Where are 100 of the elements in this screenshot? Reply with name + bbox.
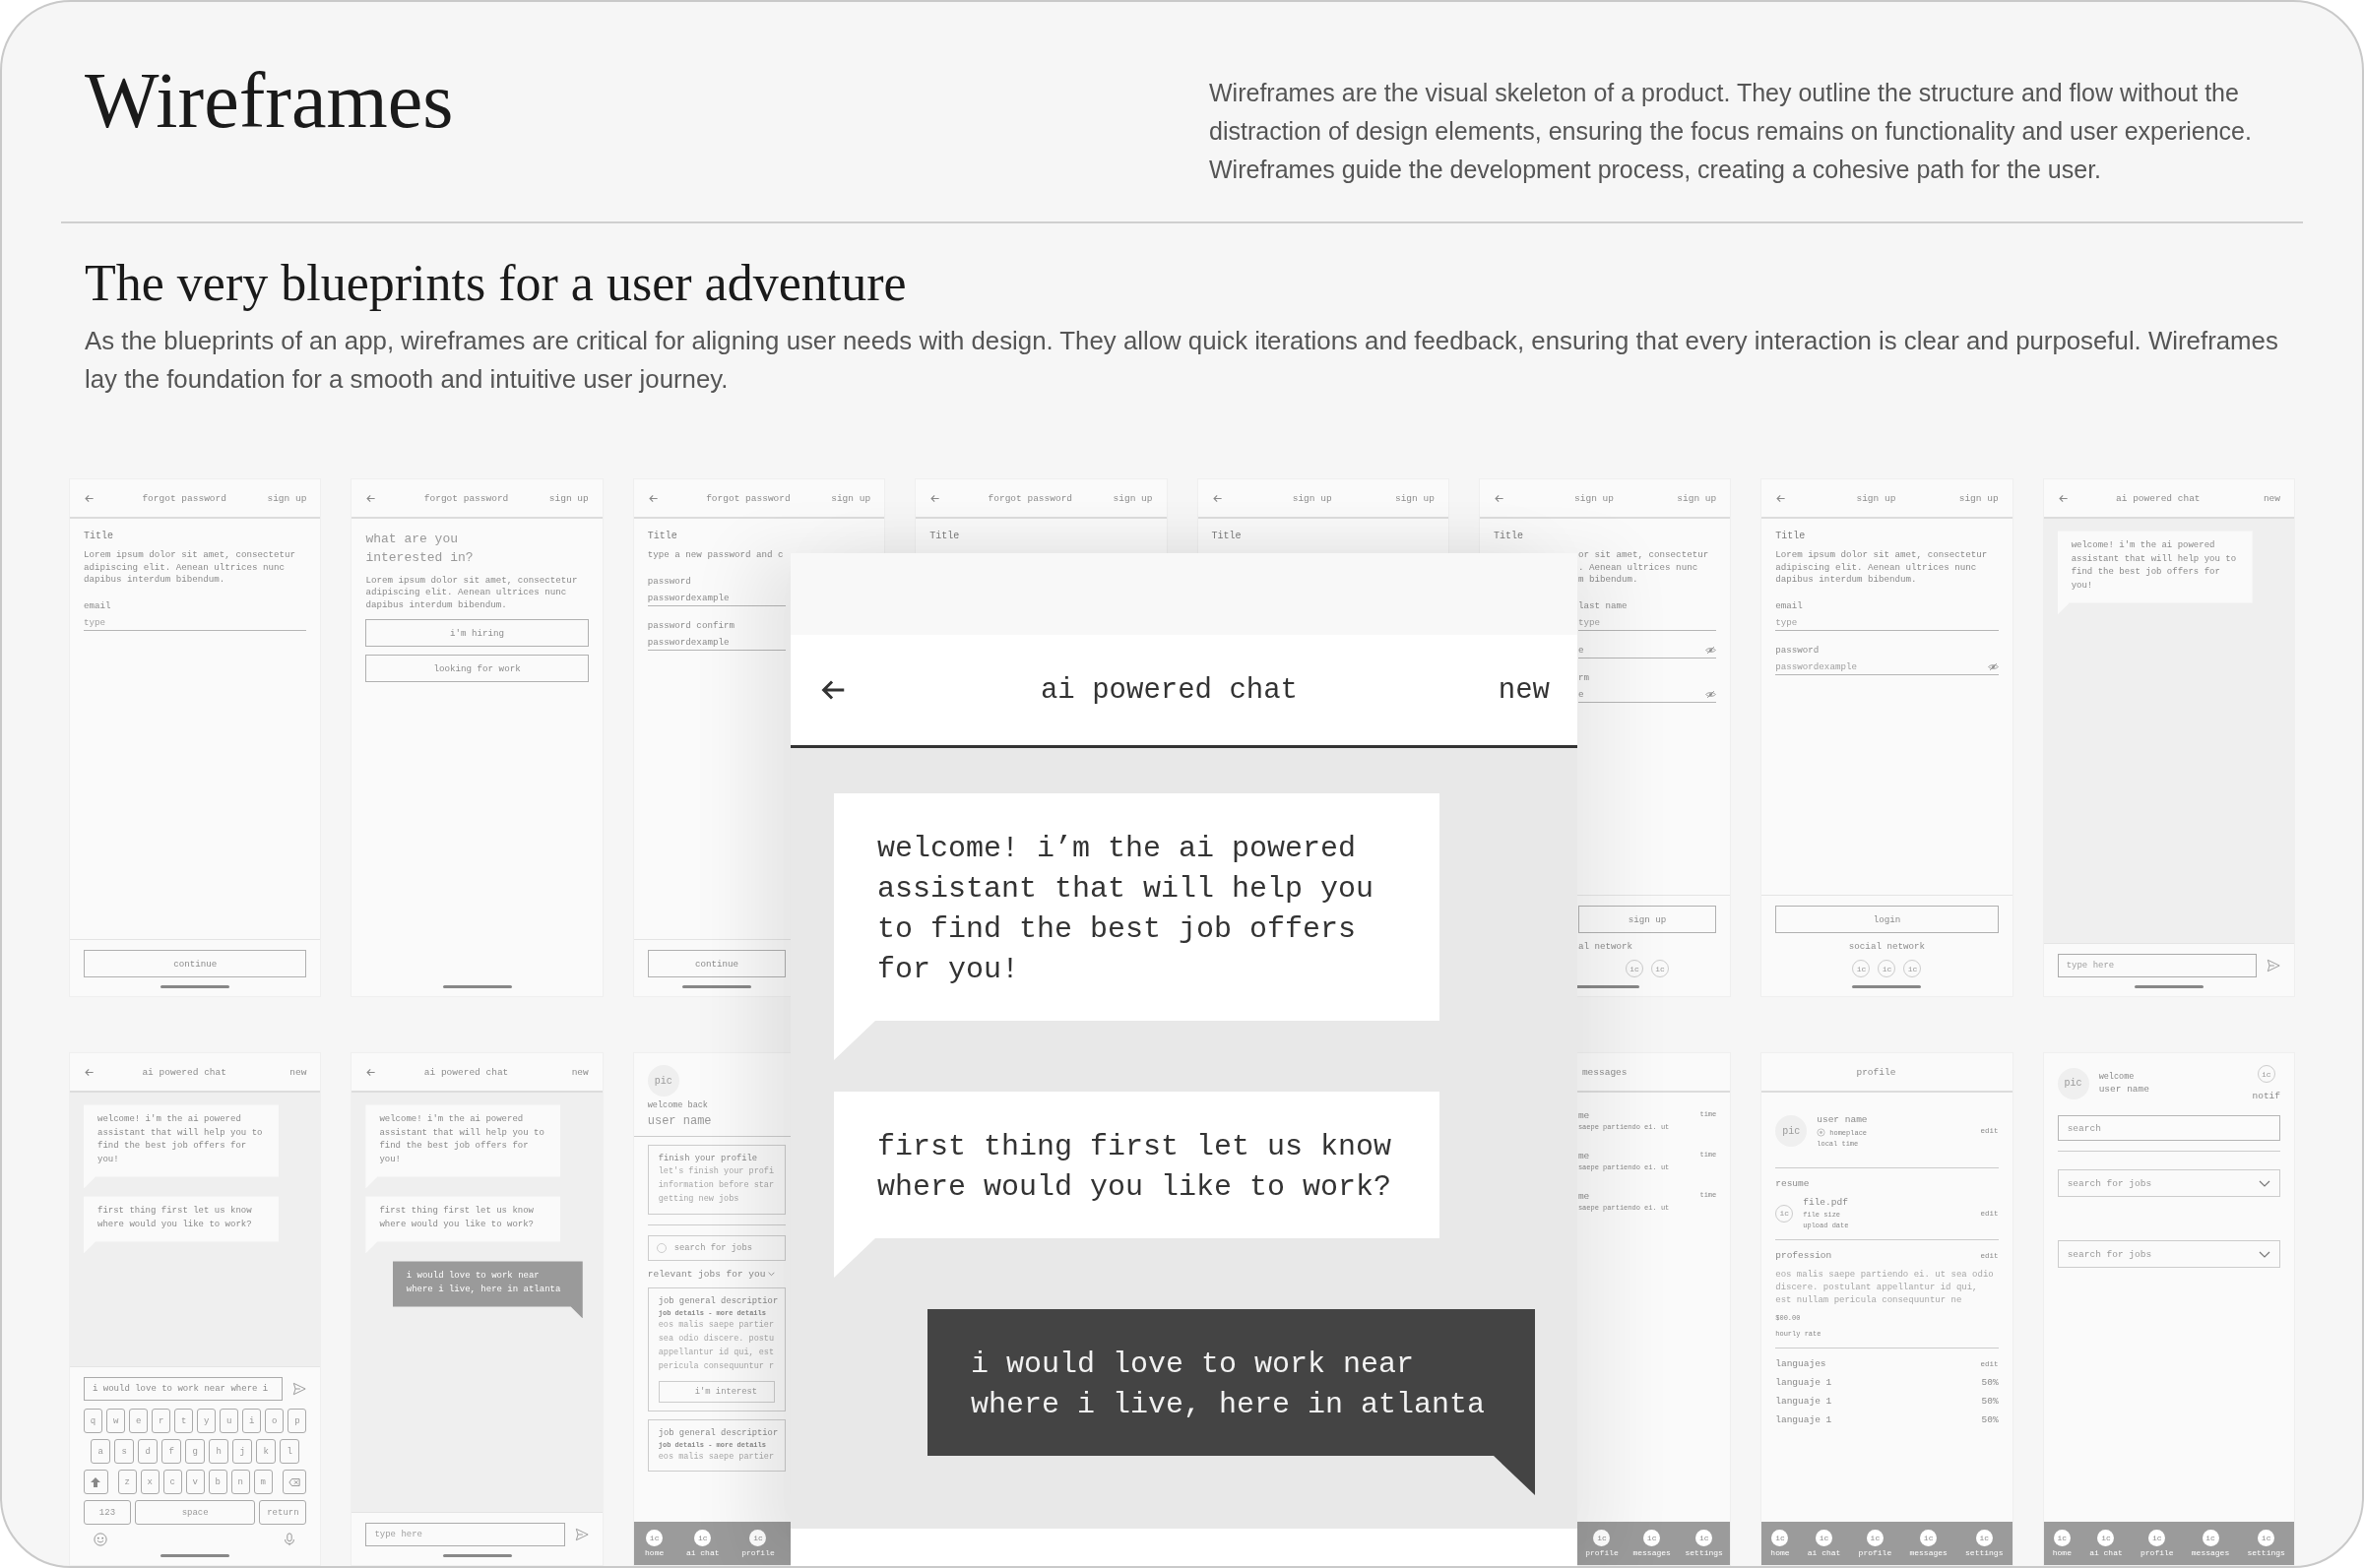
- input-field[interactable]: passwordexample: [647, 636, 787, 651]
- keyboard-key[interactable]: 123: [84, 1500, 131, 1526]
- header-link[interactable]: sign up: [1103, 492, 1153, 504]
- keyboard-key[interactable]: j: [232, 1439, 253, 1465]
- emoji-icon[interactable]: [94, 1533, 107, 1547]
- keyboard-key[interactable]: f: [161, 1439, 182, 1465]
- section-title: profession: [1775, 1250, 1832, 1262]
- input-field[interactable]: type: [84, 616, 307, 631]
- eye-off-icon[interactable]: [1705, 689, 1717, 699]
- nav-tab[interactable]: ic home: [1770, 1530, 1790, 1558]
- job-title: job general descriptior: [658, 1295, 776, 1306]
- nav-tab[interactable]: ic settings: [1685, 1530, 1723, 1558]
- nav-tab[interactable]: ic settings: [2247, 1530, 2285, 1558]
- keyboard-key[interactable]: e: [129, 1409, 149, 1434]
- input-field[interactable]: e: [1577, 644, 1717, 659]
- header-link[interactable]: sign up: [1667, 492, 1717, 504]
- nav-tab[interactable]: ic profile: [1585, 1530, 1619, 1558]
- nav-tab[interactable]: ic messages: [2191, 1530, 2230, 1558]
- placeholder-text: search for jobs: [673, 1242, 752, 1253]
- nav-tab[interactable]: ic ai chat: [2089, 1530, 2123, 1558]
- screen-title: sign up: [1573, 492, 1615, 504]
- header-link[interactable]: new: [539, 1066, 589, 1078]
- outline-button[interactable]: i'm interest: [658, 1380, 776, 1403]
- input-field[interactable]: passwordexample: [647, 592, 787, 606]
- keyboard-key[interactable]: m: [253, 1470, 273, 1495]
- keyboard-key[interactable]: space: [134, 1500, 256, 1526]
- header-link[interactable]: sign up: [539, 492, 589, 504]
- sender-name: me: [1577, 1151, 1590, 1162]
- nav-tab[interactable]: ic ai chat: [685, 1530, 720, 1558]
- keyboard-key[interactable]: w: [106, 1409, 126, 1434]
- keyboard-key[interactable]: q: [84, 1409, 103, 1434]
- send-icon[interactable]: [2267, 959, 2280, 973]
- keyboard-key[interactable]: u: [220, 1409, 239, 1434]
- outline-button[interactable]: looking for work: [365, 655, 589, 683]
- eye-off-icon[interactable]: [1705, 645, 1717, 655]
- keyboard-key[interactable]: a: [91, 1439, 111, 1465]
- keyboard-key[interactable]: z: [117, 1470, 137, 1495]
- avatar-button[interactable]: pic: [647, 1065, 679, 1098]
- keyboard-key[interactable]: n: [230, 1470, 250, 1495]
- backspace-key[interactable]: [282, 1470, 307, 1495]
- keyboard-key[interactable]: p: [288, 1409, 307, 1434]
- outline-button[interactable]: continue: [84, 950, 307, 978]
- chevron-down-icon[interactable]: [768, 1271, 776, 1277]
- keyboard-key[interactable]: t: [174, 1409, 194, 1434]
- outline-button[interactable]: continue: [647, 950, 787, 978]
- keyboard-key[interactable]: i: [242, 1409, 262, 1434]
- nav-tab[interactable]: ic ai chat: [1807, 1530, 1841, 1558]
- dropdown[interactable]: search for jobs: [2057, 1240, 2280, 1269]
- language-level: 50%: [1981, 1396, 1999, 1408]
- keyboard-key[interactable]: k: [256, 1439, 277, 1465]
- sender-name: me: [1577, 1110, 1590, 1122]
- nav-tab[interactable]: ic profile: [741, 1530, 775, 1558]
- keyboard-key[interactable]: return: [259, 1500, 307, 1526]
- shift-key[interactable]: [84, 1470, 108, 1495]
- header-link[interactable]: sign up: [1949, 492, 1999, 504]
- message-field[interactable]: type here: [2057, 954, 2257, 978]
- keyboard-key[interactable]: o: [265, 1409, 285, 1434]
- header-link[interactable]: new: [2231, 492, 2280, 504]
- input-field[interactable]: passwordexample: [1775, 660, 1999, 675]
- nav-tab[interactable]: ic profile: [2140, 1530, 2174, 1558]
- keyboard-key[interactable]: b: [208, 1470, 227, 1495]
- input-field[interactable]: type: [1577, 616, 1717, 631]
- keyboard-key[interactable]: v: [185, 1470, 205, 1495]
- header-link[interactable]: sign up: [1384, 492, 1435, 504]
- keyboard-key[interactable]: h: [209, 1439, 229, 1465]
- keyboard-key[interactable]: x: [140, 1470, 160, 1495]
- language-level: 50%: [1981, 1414, 1999, 1426]
- chat-bubble: first thing first let us know where would you like to work?: [834, 1092, 1439, 1278]
- keyboard-key[interactable]: g: [185, 1439, 206, 1465]
- keyboard-key[interactable]: s: [114, 1439, 135, 1465]
- section-title: Title: [929, 531, 961, 542]
- nav-tab[interactable]: ic home: [645, 1530, 665, 1558]
- microphone-icon[interactable]: [283, 1533, 297, 1547]
- keyboard-key[interactable]: r: [152, 1409, 171, 1434]
- search-field[interactable]: search for jobs: [647, 1234, 787, 1261]
- message-field[interactable]: i would love to work near where i: [84, 1377, 284, 1402]
- outline-button[interactable]: login: [1775, 906, 1999, 934]
- header-link[interactable]: sign up: [257, 492, 307, 504]
- outline-button[interactable]: i'm hiring: [365, 619, 589, 648]
- nav-tab[interactable]: ic home: [2052, 1530, 2072, 1558]
- eye-off-icon[interactable]: [1987, 661, 1999, 671]
- send-icon[interactable]: [574, 1528, 589, 1542]
- keyboard-key[interactable]: c: [162, 1470, 182, 1495]
- outline-button[interactable]: sign up: [1577, 906, 1717, 934]
- header-link[interactable]: new: [257, 1066, 307, 1078]
- dropdown[interactable]: search for jobs: [2057, 1169, 2280, 1198]
- input-field[interactable]: type: [1775, 616, 1999, 631]
- nav-tab[interactable]: ic settings: [1965, 1530, 2004, 1558]
- input-field[interactable]: e: [1577, 688, 1717, 703]
- send-icon[interactable]: [292, 1382, 307, 1397]
- keyboard-key[interactable]: y: [197, 1409, 217, 1434]
- nav-tab[interactable]: ic messages: [1632, 1530, 1671, 1558]
- nav-tab[interactable]: ic messages: [1909, 1530, 1948, 1558]
- header-link[interactable]: new: [1461, 673, 1550, 707]
- nav-tab[interactable]: ic profile: [1858, 1530, 1892, 1558]
- message-field[interactable]: type here: [365, 1523, 565, 1547]
- search-field[interactable]: search: [2057, 1115, 2280, 1142]
- header-link[interactable]: sign up: [821, 492, 871, 504]
- keyboard-key[interactable]: d: [138, 1439, 159, 1465]
- keyboard-key[interactable]: l: [280, 1439, 300, 1465]
